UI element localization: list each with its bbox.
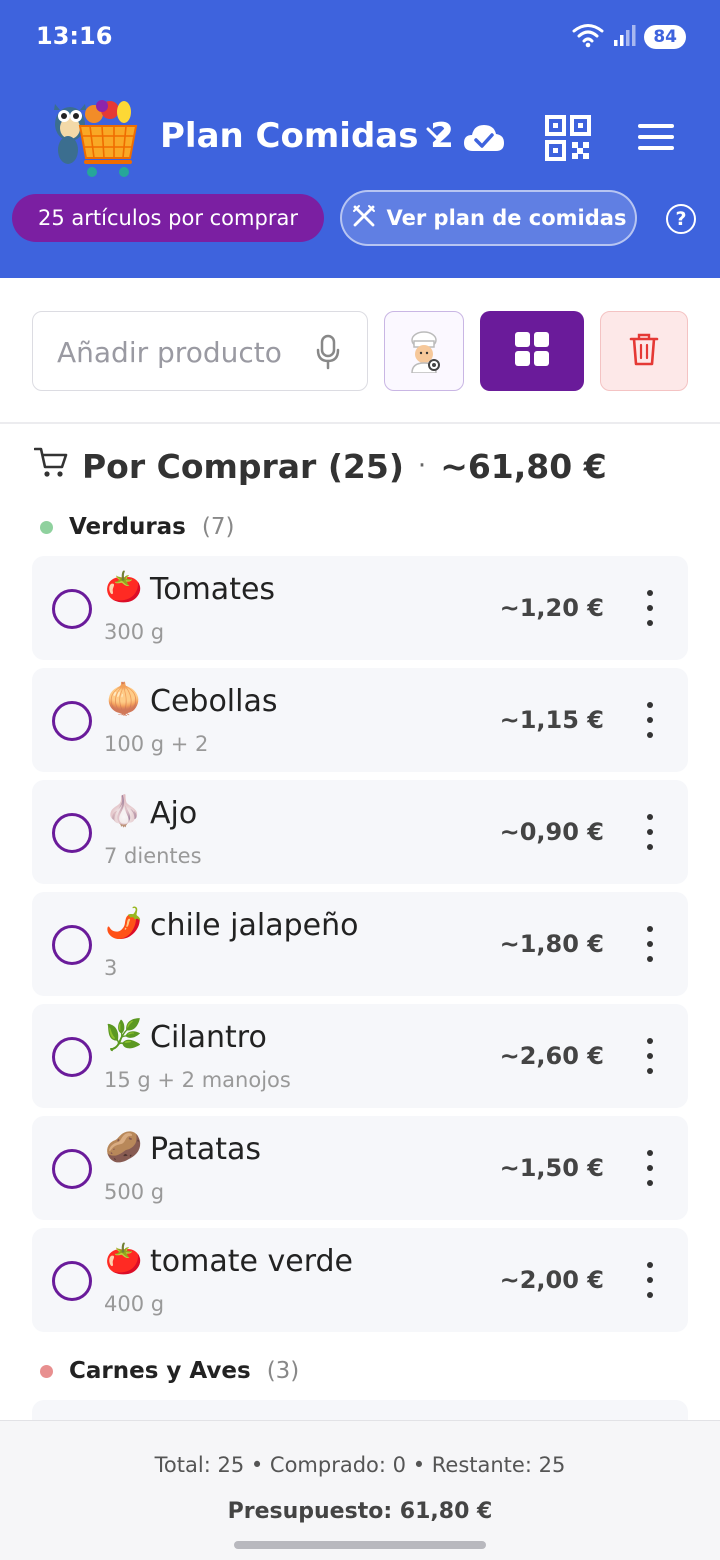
category-name: Verduras (69, 514, 186, 540)
list-item[interactable]: 🍅 tomate verde 400 g ~2,00 € (32, 1228, 688, 1332)
item-quantity: 7 dientes (104, 844, 202, 868)
items-to-buy-chip[interactable]: 25 artículos por comprar (12, 194, 324, 242)
home-indicator[interactable] (234, 1541, 486, 1549)
item-emoji: 🧅 (105, 682, 143, 717)
cart-icon (33, 446, 68, 486)
view-meal-plan-button[interactable]: Ver plan de comidas (340, 190, 637, 246)
more-vertical-icon[interactable] (644, 1150, 656, 1186)
add-product-input[interactable] (57, 332, 297, 372)
item-quantity: 100 g + 2 (104, 732, 209, 756)
item-name: Cebollas (150, 684, 278, 719)
more-vertical-icon[interactable] (644, 814, 656, 850)
utensils-icon (351, 203, 377, 234)
category-count: (7) (201, 514, 235, 540)
list-item[interactable] (32, 1400, 688, 1420)
item-quantity: 300 g (104, 620, 165, 644)
item-emoji: 🍅 (105, 570, 143, 605)
more-vertical-icon[interactable] (644, 1038, 656, 1074)
category-verduras[interactable]: Verduras (7) (40, 514, 234, 540)
item-quantity: 3 (104, 956, 118, 980)
category-carnes-y-aves[interactable]: Carnes y Aves (3) (40, 1358, 299, 1384)
shopping-list[interactable]: Por Comprar (25) · ~61,80 € Verduras (7)… (0, 426, 720, 1420)
item-checkbox[interactable] (52, 1261, 92, 1301)
more-vertical-icon[interactable] (644, 926, 656, 962)
item-name: Tomates (150, 572, 276, 607)
section-total: ~61,80 € (440, 446, 607, 486)
item-emoji: 🥔 (105, 1130, 143, 1165)
view-meal-plan-label: Ver plan de comidas (386, 206, 627, 230)
item-name: Cilantro (150, 1020, 267, 1055)
item-checkbox[interactable] (52, 589, 92, 629)
grid-view-button[interactable] (480, 311, 584, 391)
list-item[interactable]: 🍅 Tomates 300 g ~1,20 € (32, 556, 688, 660)
item-emoji: 🍅 (105, 1242, 143, 1277)
more-vertical-icon[interactable] (644, 702, 656, 738)
more-vertical-icon[interactable] (644, 590, 656, 626)
cloud-check-icon[interactable] (462, 120, 506, 158)
status-bar: 13:16 84 (0, 0, 720, 74)
item-price: ~1,15 € (499, 706, 604, 734)
app-header: 13:16 84 Plan Comidas 2 25 artículos por… (0, 0, 720, 278)
item-name: tomate verde (150, 1244, 353, 1279)
category-name: Carnes y Aves (69, 1358, 251, 1384)
list-item[interactable]: 🌿 Cilantro 15 g + 2 manojos ~2,60 € (32, 1004, 688, 1108)
item-checkbox[interactable] (52, 1037, 92, 1077)
item-quantity: 500 g (104, 1180, 165, 1204)
item-price: ~2,60 € (499, 1042, 604, 1070)
category-count: (3) (266, 1358, 300, 1384)
help-icon[interactable]: ? (666, 204, 696, 234)
chip-row: 25 artículos por comprar Ver plan de com… (0, 190, 720, 246)
add-product-toolbar (0, 278, 720, 424)
trash-icon (629, 332, 659, 370)
chevron-down-icon[interactable] (424, 124, 450, 148)
item-emoji: 🧄 (105, 794, 143, 829)
item-quantity: 400 g (104, 1292, 165, 1316)
signal-icon (612, 23, 636, 51)
category-bullet (40, 1364, 53, 1378)
item-price: ~1,20 € (499, 594, 604, 622)
add-product-field[interactable] (32, 311, 368, 391)
item-price: ~1,50 € (499, 1154, 604, 1182)
delete-button[interactable] (600, 311, 688, 391)
mic-icon[interactable] (315, 334, 341, 374)
menu-icon[interactable] (636, 120, 676, 154)
summary-stats: Total: 25 • Comprado: 0 • Restante: 25 (154, 1453, 566, 1477)
item-name: Ajo (150, 796, 198, 831)
item-checkbox[interactable] (52, 1149, 92, 1189)
item-emoji: 🌿 (105, 1018, 143, 1053)
section-separator: · (417, 451, 427, 481)
list-item[interactable]: 🧅 Cebollas 100 g + 2 ~1,15 € (32, 668, 688, 772)
wifi-icon (572, 22, 604, 52)
more-vertical-icon[interactable] (644, 1262, 656, 1298)
item-checkbox[interactable] (52, 925, 92, 965)
item-price: ~2,00 € (499, 1266, 604, 1294)
battery-indicator: 84 (644, 25, 686, 49)
status-time: 13:16 (36, 22, 113, 50)
category-bullet (40, 520, 53, 534)
summary-footer: Total: 25 • Comprado: 0 • Restante: 25 P… (0, 1420, 720, 1560)
qr-code-icon[interactable] (544, 114, 592, 162)
list-item[interactable]: 🧄 Ajo 7 dientes ~0,90 € (32, 780, 688, 884)
summary-budget: Presupuesto: 61,80 € (227, 1499, 493, 1524)
item-name: chile jalapeño (150, 908, 359, 943)
chef-icon[interactable] (384, 311, 464, 391)
list-item[interactable]: 🌶️ chile jalapeño 3 ~1,80 € (32, 892, 688, 996)
item-emoji: 🌶️ (105, 906, 143, 941)
list-item[interactable]: 🥔 Patatas 500 g ~1,50 € (32, 1116, 688, 1220)
app-title[interactable]: Plan Comidas 2 (160, 116, 454, 156)
grid-icon (514, 331, 550, 371)
item-checkbox[interactable] (52, 813, 92, 853)
section-title: Por Comprar (25) (82, 446, 404, 486)
section-header: Por Comprar (25) · ~61,80 € (33, 446, 607, 486)
item-price: ~0,90 € (499, 818, 604, 846)
app-logo (50, 92, 142, 184)
item-quantity: 15 g + 2 manojos (104, 1068, 291, 1092)
status-icons: 84 (572, 22, 686, 52)
item-checkbox[interactable] (52, 701, 92, 741)
item-price: ~1,80 € (499, 930, 604, 958)
item-name: Patatas (150, 1132, 262, 1167)
app-bar: Plan Comidas 2 (0, 88, 720, 188)
